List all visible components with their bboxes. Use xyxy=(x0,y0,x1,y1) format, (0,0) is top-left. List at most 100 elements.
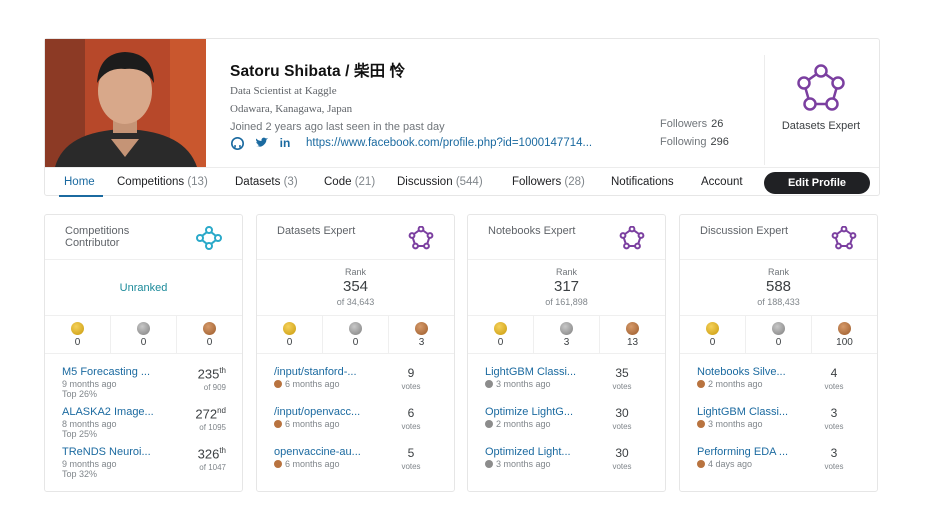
bronze-medal-cell: 13 xyxy=(600,316,665,353)
competition-list: M5 Forecasting ... 9 months ago Top 26% … xyxy=(45,354,242,480)
bronze-medal-cell: 0 xyxy=(177,316,242,353)
medal-counts: 0 3 13 xyxy=(468,316,665,354)
tab-label: Competitions xyxy=(117,176,185,188)
item-meta: 2 months ago xyxy=(697,379,763,389)
rank-label: Rank xyxy=(767,267,789,277)
bronze-medal-icon xyxy=(697,460,705,468)
list-item[interactable]: Optimized Light... 3 months ago 30 votes xyxy=(468,440,665,480)
tab-home[interactable]: Home xyxy=(64,176,95,188)
rank-suffix: th xyxy=(219,366,226,375)
item-title[interactable]: LightGBM Classi... xyxy=(485,366,576,378)
medal-counts: 0 0 0 xyxy=(45,316,242,354)
vote-count: 30 xyxy=(615,446,629,460)
github-icon[interactable] xyxy=(230,136,244,150)
item-top-percent: Top 32% xyxy=(62,469,98,479)
tab-count: (21) xyxy=(354,176,376,188)
list-item[interactable]: openvaccine-au... 6 months ago 5 votes xyxy=(257,440,454,480)
edit-profile-button[interactable]: Edit Profile xyxy=(764,172,870,194)
list-item[interactable]: /input/stanford-... 6 months ago 9 votes xyxy=(257,360,454,400)
followers-count: 26 xyxy=(711,118,724,130)
list-item[interactable]: M5 Forecasting ... 9 months ago Top 26% … xyxy=(45,360,242,400)
bronze-medal-icon xyxy=(415,322,428,335)
profile-url-link[interactable]: https://www.facebook.com/profile.php?id=… xyxy=(306,137,592,149)
location: Odawara, Kanagawa, Japan xyxy=(230,103,353,115)
rank-area: Rank 317 of 161,898 xyxy=(468,260,665,316)
medal-counts: 0 0 100 xyxy=(680,316,877,354)
user-name: Satoru Shibata / 柴田 怜 xyxy=(230,63,406,80)
rank-area: Rank 588 of 188,433 xyxy=(680,260,877,316)
following-count: 296 xyxy=(710,136,729,148)
bronze-count: 100 xyxy=(836,337,853,348)
list-item[interactable]: TReNDS Neuroi... 9 months ago Top 32% 32… xyxy=(45,440,242,480)
item-ago: 8 months ago xyxy=(62,419,117,429)
list-item[interactable]: Optimize LightG... 2 months ago 30 votes xyxy=(468,400,665,440)
datasets-tier-icon xyxy=(408,226,434,250)
item-ago: 6 months ago xyxy=(285,459,340,469)
item-title[interactable]: Performing EDA ... xyxy=(697,446,788,458)
silver-medal-icon xyxy=(560,322,573,335)
followers-stat[interactable]: Followers 26 xyxy=(660,118,723,130)
item-ago: 2 months ago xyxy=(708,379,763,389)
tab-label: Datasets xyxy=(235,176,281,188)
list-item[interactable]: LightGBM Classi... 3 months ago 35 votes xyxy=(468,360,665,400)
item-title[interactable]: M5 Forecasting ... xyxy=(62,366,150,378)
item-title[interactable]: /input/openvacc... xyxy=(274,406,360,418)
card-header: Competitions Contributor xyxy=(45,215,242,260)
item-title[interactable]: Notebooks Silve... xyxy=(697,366,786,378)
card-title: Competitions Contributor xyxy=(65,225,130,249)
list-item[interactable]: Notebooks Silve... 2 months ago 4 votes xyxy=(680,360,877,400)
item-title[interactable]: openvaccine-au... xyxy=(274,446,361,458)
gold-medal-cell: 0 xyxy=(45,316,111,353)
silver-count: 0 xyxy=(352,337,359,348)
tab-account[interactable]: Account xyxy=(701,176,743,188)
silver-count: 0 xyxy=(140,337,147,348)
rank-number: 235 xyxy=(197,366,220,382)
item-rank: 235th xyxy=(198,366,226,381)
tab-count: (28) xyxy=(564,176,585,188)
following-stat[interactable]: Following 296 xyxy=(660,136,729,148)
tab-label: Followers xyxy=(512,176,562,188)
item-title[interactable]: TReNDS Neuroi... xyxy=(62,446,151,458)
item-title[interactable]: Optimize LightG... xyxy=(485,406,573,418)
bronze-count: 0 xyxy=(206,337,213,348)
item-title[interactable]: LightGBM Classi... xyxy=(697,406,788,418)
tab-notifications[interactable]: Notifications xyxy=(611,176,674,188)
avatar[interactable] xyxy=(45,39,206,167)
tab-datasets[interactable]: Datasets (3) xyxy=(235,176,298,188)
votes-label: votes xyxy=(824,462,844,471)
item-ago: 6 months ago xyxy=(285,379,340,389)
item-title[interactable]: /input/stanford-... xyxy=(274,366,357,378)
silver-medal-cell: 0 xyxy=(323,316,389,353)
silver-medal-icon xyxy=(485,420,493,428)
item-title[interactable]: ALASKA2 Image... xyxy=(62,406,154,418)
tab-followers[interactable]: Followers (28) xyxy=(512,176,585,188)
tab-count: (544) xyxy=(455,176,483,188)
tier-badge: Datasets Expert xyxy=(764,55,877,165)
twitter-icon[interactable] xyxy=(254,136,268,150)
bronze-medal-icon xyxy=(838,322,851,335)
gold-medal-icon xyxy=(706,322,719,335)
bronze-medal-icon xyxy=(274,380,282,388)
item-meta: 3 months ago xyxy=(485,379,551,389)
avatar-photo xyxy=(45,39,206,167)
tab-code[interactable]: Code (21) xyxy=(324,176,375,188)
list-item[interactable]: ALASKA2 Image... 8 months ago Top 25% 27… xyxy=(45,400,242,440)
rank-suffix: nd xyxy=(217,406,226,415)
gold-count: 0 xyxy=(74,337,81,348)
silver-count: 3 xyxy=(563,337,570,348)
vote-count: 5 xyxy=(407,446,415,460)
bronze-medal-cell: 100 xyxy=(812,316,877,353)
bronze-medal-icon xyxy=(697,420,705,428)
list-item[interactable]: LightGBM Classi... 3 months ago 3 votes xyxy=(680,400,877,440)
joined-info: Joined 2 years ago last seen in the past… xyxy=(230,121,445,133)
item-title[interactable]: Optimized Light... xyxy=(485,446,571,458)
followers-label: Followers xyxy=(660,118,708,130)
list-item[interactable]: /input/openvacc... 6 months ago 6 votes xyxy=(257,400,454,440)
tab-competitions[interactable]: Competitions (13) xyxy=(117,176,208,188)
list-item[interactable]: Performing EDA ... 4 days ago 3 votes xyxy=(680,440,877,480)
silver-medal-icon xyxy=(485,380,493,388)
tab-discussion[interactable]: Discussion (544) xyxy=(397,176,483,188)
gold-count: 0 xyxy=(497,337,504,348)
linkedin-icon[interactable]: in xyxy=(278,136,292,150)
tier-pentagon-icon xyxy=(797,64,845,111)
